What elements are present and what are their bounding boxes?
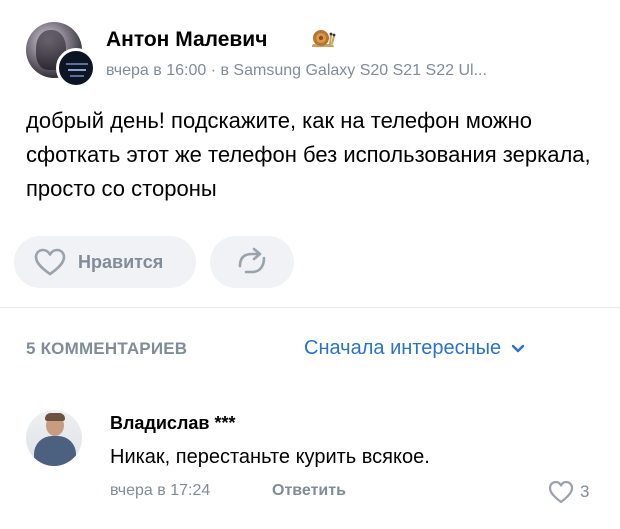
heart-outline-icon bbox=[548, 480, 574, 504]
comment-author-avatar[interactable] bbox=[26, 410, 82, 466]
comment-time: вчера в 17:24 bbox=[110, 482, 211, 499]
comment-like-button[interactable]: 3 bbox=[548, 480, 589, 504]
group-avatar[interactable] bbox=[56, 48, 96, 88]
share-arrow-icon bbox=[238, 247, 266, 274]
section-divider bbox=[0, 307, 620, 308]
reply-button[interactable]: Ответить bbox=[272, 482, 346, 500]
snail-icon bbox=[311, 30, 336, 47]
sort-label: Сначала интересные bbox=[304, 337, 502, 359]
like-button-label: Нравится bbox=[78, 251, 164, 272]
comments-sort-dropdown[interactable]: Сначала интересные bbox=[304, 337, 525, 360]
post-time: вчера в 16:00 bbox=[106, 62, 207, 79]
comment-like-count: 3 bbox=[580, 482, 590, 501]
comments-count: 5 КОММЕНТАРИЕВ bbox=[26, 339, 188, 358]
comment-author-name[interactable]: Владислав *** bbox=[110, 413, 235, 434]
post-author-name[interactable]: Антон Малевич bbox=[106, 28, 267, 52]
post-meta: вчера в 16:00 · в Samsung Galaxy S20 S21… bbox=[106, 62, 606, 80]
heart-outline-icon bbox=[34, 248, 66, 276]
like-button[interactable]: Нравится bbox=[14, 236, 196, 288]
post-source-link[interactable]: в Samsung Galaxy S20 S21 S22 Ul... bbox=[220, 62, 486, 79]
chevron-down-icon bbox=[511, 344, 525, 352]
share-button[interactable] bbox=[210, 236, 294, 288]
post-text: добрый день! подскажите, как на телефон … bbox=[26, 108, 591, 201]
post-header: Антон Малевич вчера в 16:00 · в Samsung … bbox=[26, 22, 606, 88]
comment-text: Никак, перестаньте курить всякое. bbox=[110, 446, 430, 468]
